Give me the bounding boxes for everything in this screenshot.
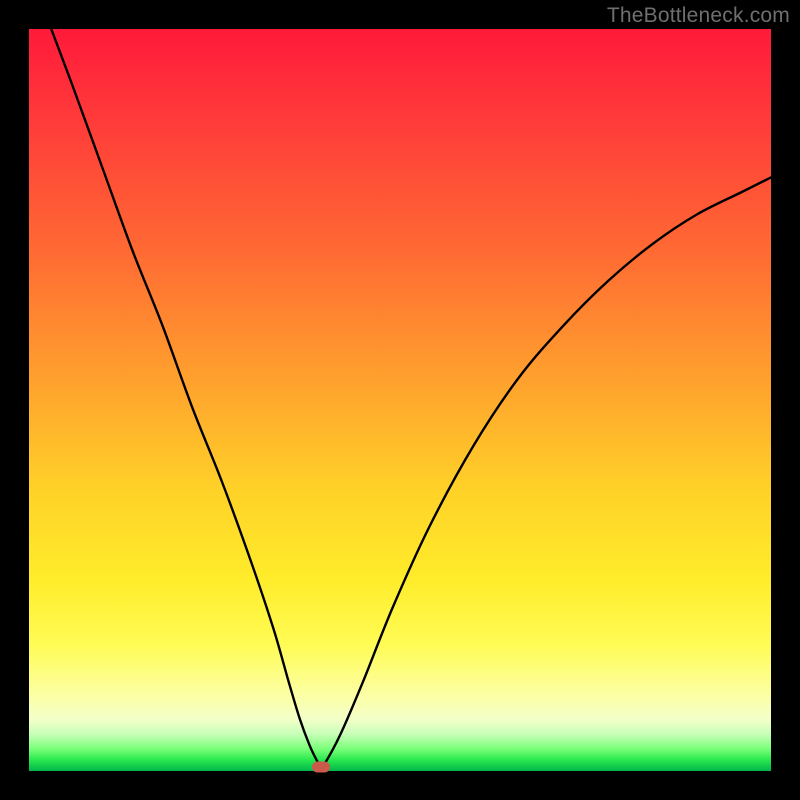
bottleneck-curve (29, 29, 771, 771)
chart-frame: TheBottleneck.com (0, 0, 800, 800)
curve-path (51, 29, 771, 768)
plot-area (29, 29, 771, 771)
optimum-marker (312, 761, 330, 772)
watermark-text: TheBottleneck.com (607, 4, 790, 28)
